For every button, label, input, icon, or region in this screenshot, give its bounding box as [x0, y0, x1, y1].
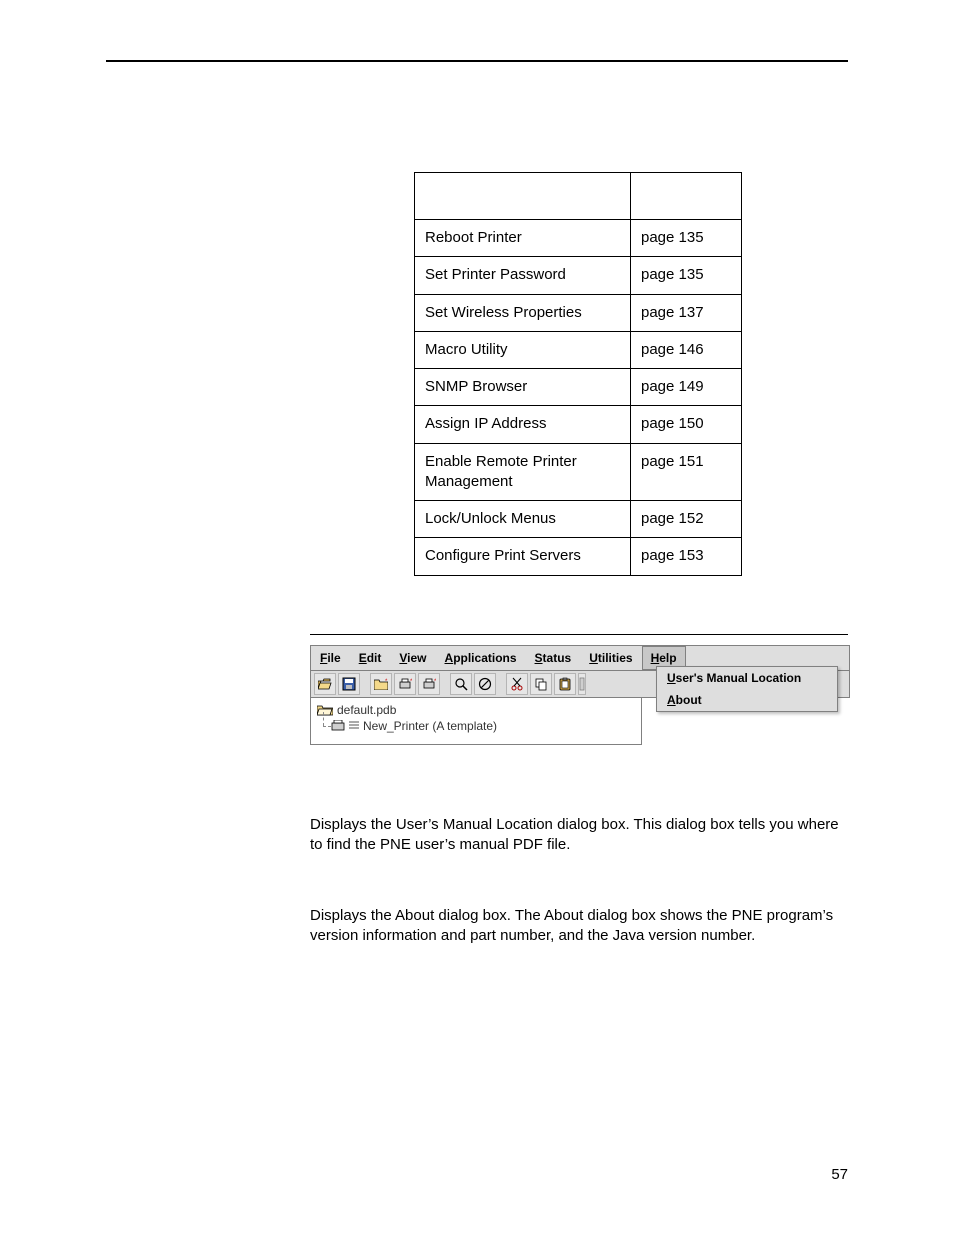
table-row: Enable Remote Printer Management page 15…: [415, 443, 742, 501]
cut-icon[interactable]: [506, 673, 528, 695]
printer-icon[interactable]: *: [418, 673, 440, 695]
row-page: page 149: [631, 369, 742, 406]
table-row: Reboot Printer page 135: [415, 220, 742, 257]
menu-rest: tilities: [598, 651, 633, 665]
new-folder-icon[interactable]: *: [370, 673, 392, 695]
row-label: Reboot Printer: [415, 220, 631, 257]
table-header-page: [631, 173, 742, 220]
help-dropdown: User's Manual Location About: [656, 666, 838, 712]
menu-rest: pplications: [453, 651, 516, 665]
menu-utilities[interactable]: Utilities: [580, 646, 641, 670]
row-page: page 152: [631, 501, 742, 538]
table-header-row: [415, 173, 742, 220]
tree-view: default.pdb New_Printer (A template): [310, 698, 642, 745]
row-page: page 135: [631, 257, 742, 294]
save-icon[interactable]: [338, 673, 360, 695]
body-text: Displays the User’s Manual Location dial…: [310, 815, 848, 946]
svg-text:*: *: [434, 679, 436, 685]
menu-item-rest: bout: [676, 693, 702, 707]
menu-item-users-manual-location[interactable]: User's Manual Location: [657, 667, 837, 689]
menu-item-rest: ser's Manual Location: [676, 671, 802, 685]
menu-accel: V: [399, 651, 407, 665]
table-row: SNMP Browser page 149: [415, 369, 742, 406]
menu-rest: dit: [367, 651, 382, 665]
menu-accel: A: [445, 651, 454, 665]
row-label: Set Printer Password: [415, 257, 631, 294]
row-label: Set Wireless Properties: [415, 294, 631, 331]
menu-item-accel: A: [667, 693, 676, 707]
list-lines-icon: [349, 721, 359, 731]
row-label: Configure Print Servers: [415, 538, 631, 575]
menu-rest: tatus: [543, 651, 572, 665]
row-label: Macro Utility: [415, 331, 631, 368]
paragraph-users-manual-location: Displays the User’s Manual Location dial…: [310, 815, 840, 856]
new-printer-icon[interactable]: *: [394, 673, 416, 695]
cancel-icon[interactable]: [474, 673, 496, 695]
page-number: 57: [831, 1165, 848, 1185]
open-icon[interactable]: [314, 673, 336, 695]
tree-child-label: New_Printer (A template): [363, 718, 497, 734]
mid-rule: [310, 634, 848, 635]
table-row: Macro Utility page 146: [415, 331, 742, 368]
row-label: Lock/Unlock Menus: [415, 501, 631, 538]
row-page: page 151: [631, 443, 742, 501]
menu-applications[interactable]: Applications: [436, 646, 526, 670]
menu-file[interactable]: File: [311, 646, 350, 670]
menu-accel: E: [359, 651, 367, 665]
menu-accel: S: [535, 651, 543, 665]
table-row: Set Printer Password page 135: [415, 257, 742, 294]
row-page: page 153: [631, 538, 742, 575]
printer-template-icon: [331, 720, 345, 732]
menu-rest: ile: [327, 651, 340, 665]
row-page: page 150: [631, 406, 742, 443]
folder-open-icon: [317, 704, 333, 716]
more-icon[interactable]: [578, 673, 586, 695]
menu-status[interactable]: Status: [526, 646, 581, 670]
row-label: Enable Remote Printer Management: [415, 443, 631, 501]
search-icon[interactable]: [450, 673, 472, 695]
menu-accel: H: [651, 651, 660, 665]
menu-accel: U: [589, 651, 598, 665]
menu-view[interactable]: View: [390, 646, 435, 670]
reference-table: Reboot Printer page 135 Set Printer Pass…: [414, 172, 742, 576]
table-row: Assign IP Address page 150: [415, 406, 742, 443]
row-page: page 137: [631, 294, 742, 331]
svg-text:*: *: [410, 679, 412, 685]
row-page: page 146: [631, 331, 742, 368]
tree-root-label: default.pdb: [337, 702, 396, 718]
app-screenshot: File Edit View Applications Status Utili…: [310, 645, 850, 746]
menu-rest: iew: [407, 651, 426, 665]
row-page: page 135: [631, 220, 742, 257]
tree-root[interactable]: default.pdb: [317, 702, 635, 718]
row-label: Assign IP Address: [415, 406, 631, 443]
menu-item-about[interactable]: About: [657, 689, 837, 711]
paste-icon[interactable]: [554, 673, 576, 695]
paragraph-about: Displays the About dialog box. The About…: [310, 906, 840, 947]
menu-rest: elp: [659, 651, 676, 665]
table-row: Lock/Unlock Menus page 152: [415, 501, 742, 538]
menu-item-accel: U: [667, 671, 676, 685]
table-row: Configure Print Servers page 153: [415, 538, 742, 575]
table-row: Set Wireless Properties page 137: [415, 294, 742, 331]
menu-edit[interactable]: Edit: [350, 646, 391, 670]
tree-child[interactable]: New_Printer (A template): [317, 718, 635, 734]
top-rule: [106, 60, 848, 62]
table-header-label: [415, 173, 631, 220]
copy-icon[interactable]: [530, 673, 552, 695]
row-label: SNMP Browser: [415, 369, 631, 406]
